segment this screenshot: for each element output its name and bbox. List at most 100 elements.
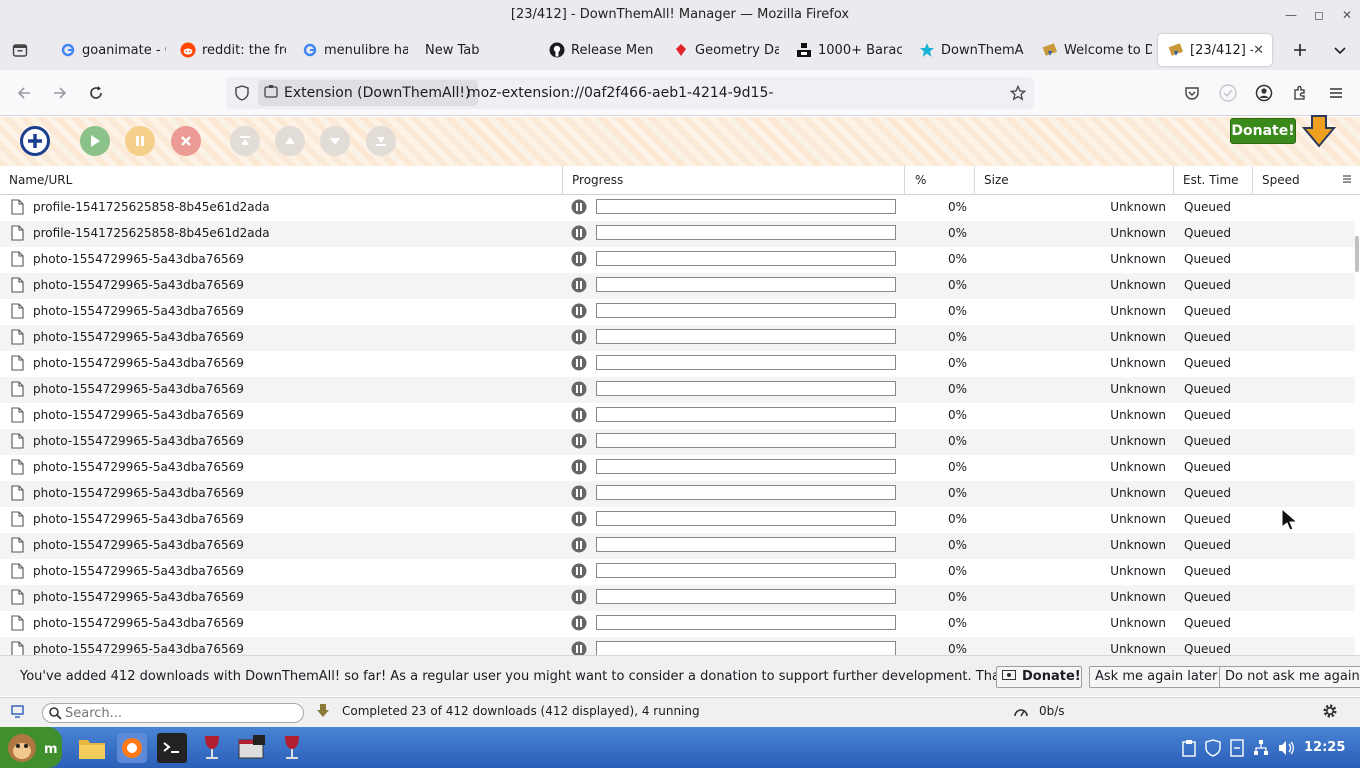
- pause-button[interactable]: [125, 126, 155, 156]
- paused-icon[interactable]: [571, 641, 587, 655]
- resume-button[interactable]: [80, 126, 110, 156]
- move-up-button[interactable]: [275, 126, 305, 156]
- paused-icon[interactable]: [571, 589, 587, 609]
- network-status-icon[interactable]: [10, 704, 26, 724]
- column-header-name[interactable]: Name/URL: [0, 166, 563, 195]
- paused-icon[interactable]: [571, 407, 587, 427]
- tab-downthemall[interactable]: DownThemA: [909, 34, 1025, 66]
- shield-icon[interactable]: [234, 85, 250, 105]
- maximize-icon[interactable]: ◻: [1312, 8, 1326, 22]
- tab-unsplash[interactable]: 1000+ Barack: [786, 34, 902, 66]
- pocket-icon[interactable]: [1181, 82, 1203, 104]
- table-scrollbar[interactable]: [1355, 236, 1359, 272]
- tab-goanimate[interactable]: goanimate - G: [50, 34, 166, 66]
- reload-icon[interactable]: [85, 82, 107, 104]
- search-box[interactable]: [42, 703, 304, 723]
- column-header-percent[interactable]: %: [905, 166, 975, 195]
- new-tab-icon[interactable]: [1288, 38, 1312, 62]
- file-manager-icon[interactable]: [77, 733, 107, 763]
- table-row[interactable]: photo-1554729965-5a43dba76569 0% Unknown Qu…: [0, 299, 1355, 325]
- column-header-eta[interactable]: Est. Time: [1174, 166, 1253, 195]
- table-row[interactable]: photo-1554729965-5a43dba76569 0% Unknown Qu…: [0, 637, 1355, 655]
- table-row[interactable]: photo-1554729965-5a43dba76569 0% Unknown Qu…: [0, 429, 1355, 455]
- tab-reddit[interactable]: reddit: the fro: [170, 34, 286, 66]
- tab-welcome[interactable]: Welcome to D: [1032, 34, 1152, 66]
- firefox-view-icon[interactable]: [8, 38, 32, 62]
- donate-notification-button[interactable]: Donate!: [996, 666, 1082, 688]
- tab-geometry-dash[interactable]: Geometry Da: [663, 34, 779, 66]
- table-row[interactable]: photo-1554729965-5a43dba76569 0% Unknown Qu…: [0, 585, 1355, 611]
- table-row[interactable]: profile-1541725625858-8b45e61d2ada 0% Unkn…: [0, 221, 1355, 247]
- terminal-icon[interactable]: [157, 733, 187, 763]
- volume-icon[interactable]: [1277, 739, 1295, 761]
- gear-icon[interactable]: [1322, 703, 1338, 723]
- paused-icon[interactable]: [571, 433, 587, 453]
- table-row[interactable]: photo-1554729965-5a43dba76569 0% Unknown Qu…: [0, 351, 1355, 377]
- move-bottom-button[interactable]: [366, 126, 396, 156]
- table-row[interactable]: photo-1554729965-5a43dba76569 0% Unknown Qu…: [0, 611, 1355, 637]
- menu-icon[interactable]: [1325, 82, 1347, 104]
- table-row[interactable]: photo-1554729965-5a43dba76569 0% Unknown Qu…: [0, 533, 1355, 559]
- paused-icon[interactable]: [571, 615, 587, 635]
- clipboard-icon[interactable]: [1182, 739, 1196, 761]
- paused-icon[interactable]: [571, 199, 587, 219]
- network-icon[interactable]: [1253, 739, 1269, 761]
- table-row[interactable]: photo-1554729965-5a43dba76569 0% Unknown Qu…: [0, 273, 1355, 299]
- dta-status-icon[interactable]: [1217, 82, 1239, 104]
- paused-icon[interactable]: [571, 329, 587, 349]
- account-icon[interactable]: [1253, 82, 1275, 104]
- bookmark-star-icon[interactable]: [1009, 84, 1027, 105]
- paused-icon[interactable]: [571, 277, 587, 297]
- paused-icon[interactable]: [571, 485, 587, 505]
- close-tab-icon[interactable]: ✕: [1253, 43, 1264, 58]
- cancel-button[interactable]: [171, 126, 201, 156]
- column-header-progress[interactable]: Progress: [563, 166, 905, 195]
- paused-icon[interactable]: [571, 537, 587, 557]
- forward-icon[interactable]: [49, 82, 71, 104]
- paused-icon[interactable]: [571, 303, 587, 323]
- table-row[interactable]: photo-1554729965-5a43dba76569 0% Unknown Qu…: [0, 247, 1355, 273]
- table-row[interactable]: photo-1554729965-5a43dba76569 0% Unknown Qu…: [0, 403, 1355, 429]
- tab-new-tab[interactable]: New Tab: [415, 34, 531, 66]
- move-down-button[interactable]: [320, 126, 350, 156]
- wine-glass-icon-2[interactable]: [277, 733, 307, 763]
- paused-icon[interactable]: [571, 381, 587, 401]
- table-row[interactable]: photo-1554729965-5a43dba76569 0% Unknown Qu…: [0, 559, 1355, 585]
- minimize-icon[interactable]: —: [1284, 8, 1298, 22]
- update-icon[interactable]: [1230, 739, 1244, 761]
- wine-glass-icon[interactable]: [197, 733, 227, 763]
- extension-identity-box[interactable]: Extension (DownThemAll!): [258, 80, 479, 106]
- ask-later-button[interactable]: Ask me again later: [1089, 666, 1224, 688]
- start-menu-button[interactable]: m: [0, 727, 62, 768]
- search-input[interactable]: [65, 705, 299, 721]
- list-all-tabs-icon[interactable]: [1328, 38, 1352, 62]
- never-ask-button[interactable]: Do not ask me again: [1219, 666, 1360, 688]
- speed-limit-icon[interactable]: [1013, 704, 1029, 724]
- back-icon[interactable]: [13, 82, 35, 104]
- tab-release-menu[interactable]: Release Men: [539, 34, 655, 66]
- table-row[interactable]: photo-1554729965-5a43dba76569 0% Unknown Qu…: [0, 507, 1355, 533]
- paused-icon[interactable]: [571, 511, 587, 531]
- paused-icon[interactable]: [571, 563, 587, 583]
- app-window-icon[interactable]: [237, 733, 267, 763]
- table-row[interactable]: photo-1554729965-5a43dba76569 0% Unknown Qu…: [0, 377, 1355, 403]
- url-bar[interactable]: Extension (DownThemAll!) moz-extension:/…: [226, 77, 1034, 133]
- column-header-size[interactable]: Size: [975, 166, 1174, 195]
- tab-menulibre[interactable]: menulibre ha: [292, 34, 408, 66]
- paused-icon[interactable]: [571, 459, 587, 479]
- table-row[interactable]: photo-1554729965-5a43dba76569 0% Unknown Qu…: [0, 481, 1355, 507]
- table-row[interactable]: photo-1554729965-5a43dba76569 0% Unknown Qu…: [0, 325, 1355, 351]
- table-row[interactable]: photo-1554729965-5a43dba76569 0% Unknown Qu…: [0, 455, 1355, 481]
- paused-icon[interactable]: [571, 355, 587, 375]
- table-row[interactable]: profile-1541725625858-8b45e61d2ada 0% Unkn…: [0, 195, 1355, 221]
- extensions-icon[interactable]: [1289, 82, 1311, 104]
- move-top-button[interactable]: [230, 126, 260, 156]
- paused-icon[interactable]: [571, 251, 587, 271]
- taskbar-clock[interactable]: 12:25: [1304, 727, 1345, 768]
- security-shield-icon[interactable]: [1205, 739, 1221, 761]
- tab-dta-manager[interactable]: [23/412] - D ✕: [1158, 34, 1272, 66]
- paused-icon[interactable]: [571, 225, 587, 245]
- firefox-taskbar-icon[interactable]: [117, 733, 147, 763]
- add-download-button[interactable]: [20, 126, 50, 156]
- close-window-icon[interactable]: ✕: [1340, 8, 1354, 22]
